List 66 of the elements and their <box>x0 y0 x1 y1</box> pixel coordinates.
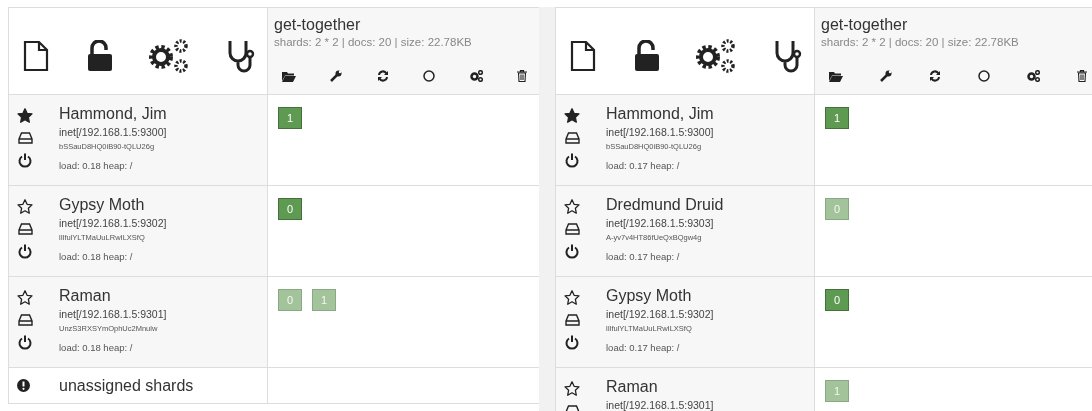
shard-box[interactable]: 0 <box>278 289 302 311</box>
node-address: inet[/192.168.1.5:9301] <box>606 399 714 411</box>
power-icon[interactable] <box>18 153 32 168</box>
node-address: inet[/192.168.1.5:9302] <box>606 308 714 320</box>
hard-drive-icon <box>564 223 580 235</box>
node-stats: load: 0.18 heap: / <box>59 251 134 262</box>
stethoscope-icon[interactable] <box>773 38 804 74</box>
node-name: Gypsy Moth <box>59 196 146 214</box>
circle-icon[interactable] <box>978 70 990 82</box>
trash-icon[interactable] <box>1077 70 1087 82</box>
shard-box[interactable]: 1 <box>312 289 336 311</box>
node-name: Dredmund Druid <box>606 196 724 214</box>
gears-icon[interactable] <box>148 38 191 74</box>
node-address: inet[/192.168.1.5:9301] <box>59 308 167 320</box>
node-name: Hammond, Jim <box>606 105 714 123</box>
unassigned-label: unassigned shards <box>59 376 194 395</box>
hard-drive-icon <box>564 314 580 326</box>
folder-icon[interactable] <box>282 70 296 82</box>
hard-drive-icon <box>564 132 580 144</box>
refresh-icon[interactable] <box>376 70 389 82</box>
index-name: get-together <box>274 16 362 34</box>
node-address: inet[/192.168.1.5:9302] <box>59 217 167 229</box>
wrench-icon[interactable] <box>880 70 892 82</box>
index-stats: shards: 2 * 2 | docs: 20 | size: 22.78KB <box>274 36 473 48</box>
hard-drive-icon <box>17 223 33 235</box>
folder-icon[interactable] <box>829 70 843 82</box>
power-icon[interactable] <box>18 335 32 350</box>
node-name: Raman <box>59 287 112 305</box>
refresh-icon[interactable] <box>929 70 941 82</box>
circle-icon[interactable] <box>423 70 436 82</box>
stethoscope-icon[interactable] <box>226 38 257 74</box>
node-stats: load: 0.18 heap: / <box>59 342 134 353</box>
gears-icon[interactable] <box>695 38 738 74</box>
gears-icon[interactable] <box>1027 70 1040 82</box>
power-icon[interactable] <box>565 153 579 168</box>
hard-drive-icon <box>17 132 33 144</box>
unlocked-padlock-icon[interactable] <box>632 40 659 72</box>
exclamation-circle-icon <box>17 379 30 392</box>
document-icon[interactable] <box>570 40 596 72</box>
wrench-icon[interactable] <box>330 70 343 82</box>
hard-drive-icon <box>17 314 33 326</box>
shard-box[interactable]: 1 <box>278 107 302 129</box>
node-stats: load: 0.17 heap: / <box>606 160 681 171</box>
node-address: inet[/192.168.1.5:9300] <box>606 126 714 138</box>
gears-icon[interactable] <box>469 70 483 82</box>
unlocked-padlock-icon[interactable] <box>85 40 112 72</box>
node-stats: load: 0.17 heap: / <box>606 342 681 353</box>
shard-box[interactable]: 0 <box>278 198 302 220</box>
trash-icon[interactable] <box>516 70 527 82</box>
shard-box[interactable]: 1 <box>825 107 849 129</box>
power-icon[interactable] <box>18 244 32 259</box>
node-name: Gypsy Moth <box>606 287 693 305</box>
index-stats: shards: 2 * 2 | docs: 20 | size: 22.78KB <box>821 36 1020 48</box>
node-address: inet[/192.168.1.5:9303] <box>606 217 715 229</box>
node-name: Raman <box>606 378 659 396</box>
power-icon[interactable] <box>565 244 579 259</box>
node-stats: load: 0.17 heap: / <box>606 251 681 262</box>
document-icon[interactable] <box>23 40 49 72</box>
node-stats: load: 0.18 heap: / <box>59 160 134 171</box>
node-name: Hammond, Jim <box>59 105 167 123</box>
shard-box[interactable]: 1 <box>825 380 849 402</box>
power-icon[interactable] <box>565 335 579 350</box>
node-address: inet[/192.168.1.5:9300] <box>59 126 167 138</box>
shard-box[interactable]: 0 <box>825 289 849 311</box>
shard-box[interactable]: 0 <box>825 198 849 220</box>
index-name: get-together <box>821 16 909 34</box>
